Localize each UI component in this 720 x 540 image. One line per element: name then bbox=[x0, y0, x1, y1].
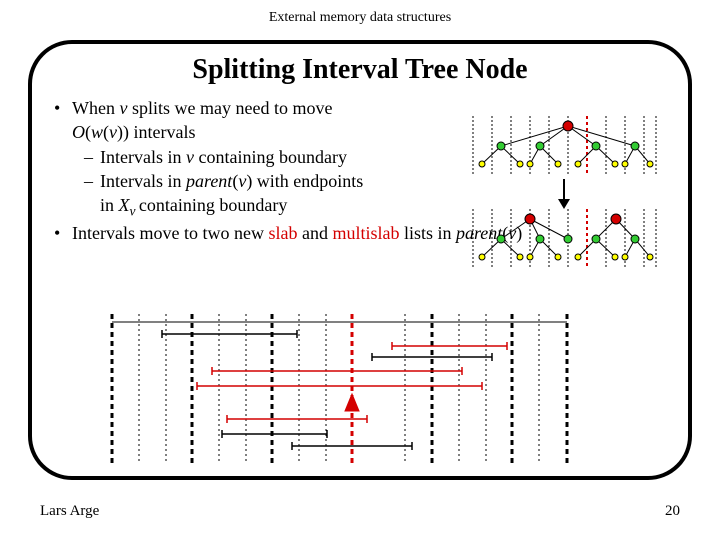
dash-icon: – bbox=[84, 169, 100, 221]
term-multislab: multislab bbox=[332, 223, 399, 243]
interval-slab-diagram bbox=[112, 314, 572, 464]
text: containing boundary bbox=[194, 147, 347, 167]
text: and bbox=[297, 223, 332, 243]
subscript-v: v bbox=[130, 204, 139, 219]
slide-title: Splitting Interval Tree Node bbox=[54, 54, 666, 86]
page-header: External memory data structures bbox=[0, 0, 720, 26]
mini-tree-before bbox=[468, 116, 658, 176]
text: Intervals move to two new bbox=[72, 223, 268, 243]
big-o: O bbox=[72, 122, 85, 142]
arrow-down-icon bbox=[554, 179, 574, 209]
bullet-dot-icon: • bbox=[54, 96, 72, 145]
term-slab: slab bbox=[268, 223, 297, 243]
var-parent: parent bbox=[186, 171, 232, 191]
text: splits we may need to move bbox=[127, 98, 332, 118]
bullet-dot-icon: • bbox=[54, 221, 72, 245]
var-w: w bbox=[91, 122, 103, 142]
text: When bbox=[72, 98, 119, 118]
text: )) intervals bbox=[117, 122, 195, 142]
mini-tree-after bbox=[468, 209, 658, 269]
text: ) with endpoints bbox=[246, 171, 363, 191]
dash-icon: – bbox=[84, 145, 100, 169]
var-v: v bbox=[109, 122, 117, 142]
text: lists in bbox=[399, 223, 456, 243]
text: Intervals in bbox=[100, 147, 186, 167]
text: in bbox=[100, 195, 119, 215]
text: containing boundary bbox=[139, 195, 287, 215]
text: Intervals in bbox=[100, 171, 186, 191]
footer-author: Lars Arge bbox=[40, 503, 99, 520]
var-X: X bbox=[119, 195, 130, 215]
var-v: v bbox=[186, 147, 194, 167]
footer-page-number: 20 bbox=[665, 503, 680, 520]
slide-frame: Splitting Interval Tree Node • When v sp… bbox=[28, 40, 692, 480]
